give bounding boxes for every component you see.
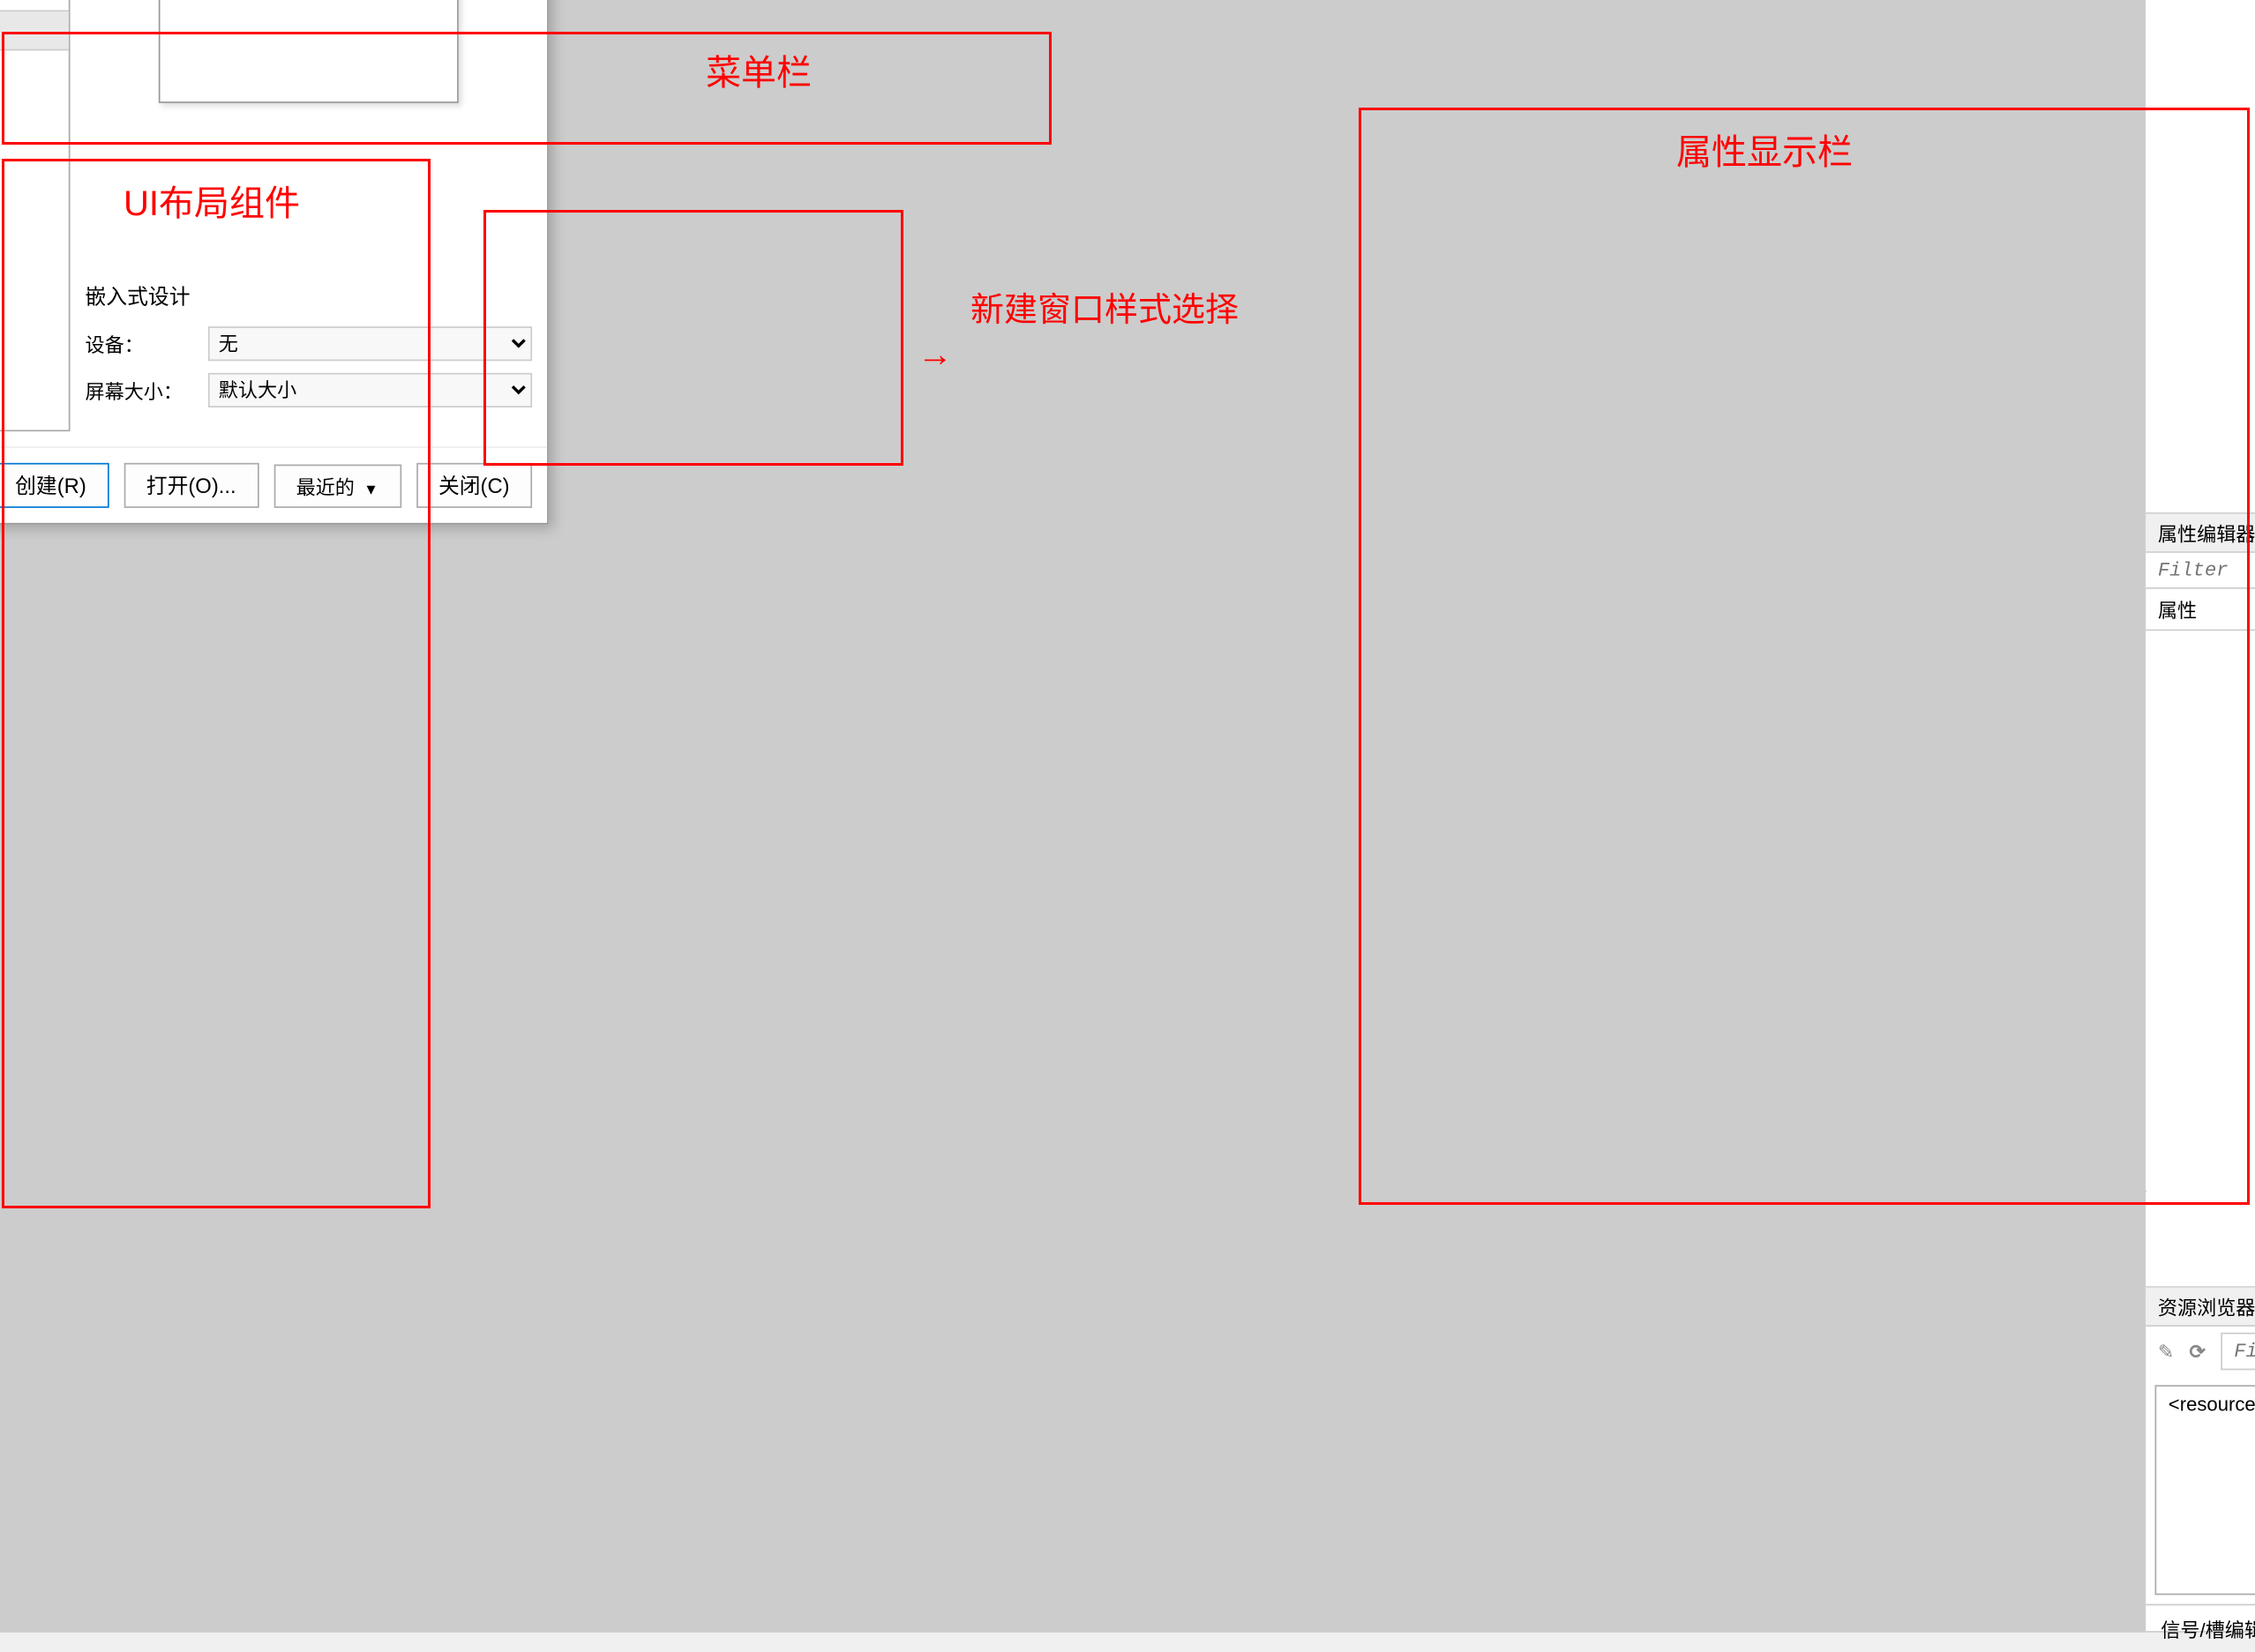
template-tree[interactable]: templates\forms Dialog with Buttons Bott… [0, 0, 70, 431]
reload-resource-icon[interactable]: ⟳ [2189, 1340, 2206, 1364]
embed-design-label: 嵌入式设计 [85, 281, 532, 311]
resource-root: <resource root> [2169, 1393, 2255, 1416]
screen-size-label: 屏幕大小： [85, 376, 190, 404]
object-table-body[interactable] [2146, 0, 2255, 512]
resource-tree[interactable]: <resource root> [2155, 1385, 2255, 1595]
property-editor-filter[interactable] [2146, 552, 2255, 588]
bottom-tabs: 信号/槽编辑器 动作编辑器 资源浏览器 [2146, 1604, 2255, 1652]
device-label: 设备： [85, 330, 190, 358]
property-col: 属性 [2146, 588, 2255, 629]
create-button[interactable]: 创建(R) [0, 463, 109, 508]
template-item[interactable]: Widget [0, 0, 69, 10]
screen-size-select[interactable]: 默认大小 [208, 373, 532, 407]
resource-browser-title: 资源浏览器 [2158, 1292, 2255, 1320]
resource-filter[interactable] [2221, 1333, 2255, 1371]
recent-button[interactable]: 最近的▼ [273, 464, 401, 507]
property-editor-title: 属性编辑器 [2158, 518, 2255, 546]
property-table-body[interactable] [2146, 630, 2255, 1286]
tab-signal-slot[interactable]: 信号/槽编辑器 [2161, 1614, 2255, 1642]
open-button[interactable]: 打开(O)... [124, 463, 258, 508]
close-form-button[interactable]: 关闭(C) [416, 463, 532, 508]
tree-header-widgets[interactable]: 窗口部件 [0, 10, 69, 50]
right-dock: 对象查看器 ▱✕ 对象 类 属性编辑器 ▱✕ ＋ [2145, 0, 2255, 1633]
device-select[interactable]: 无 [208, 326, 532, 361]
mdi-area: 新建窗体 - Qt Designer ✕ templates\forms Dia… [0, 0, 2145, 1633]
form-preview [159, 0, 459, 103]
edit-resource-icon[interactable]: ✎ [2158, 1340, 2175, 1364]
property-table-header: 属性 值 [2146, 588, 2255, 631]
new-form-dialog: 新建窗体 - Qt Designer ✕ templates\forms Dia… [0, 0, 549, 525]
